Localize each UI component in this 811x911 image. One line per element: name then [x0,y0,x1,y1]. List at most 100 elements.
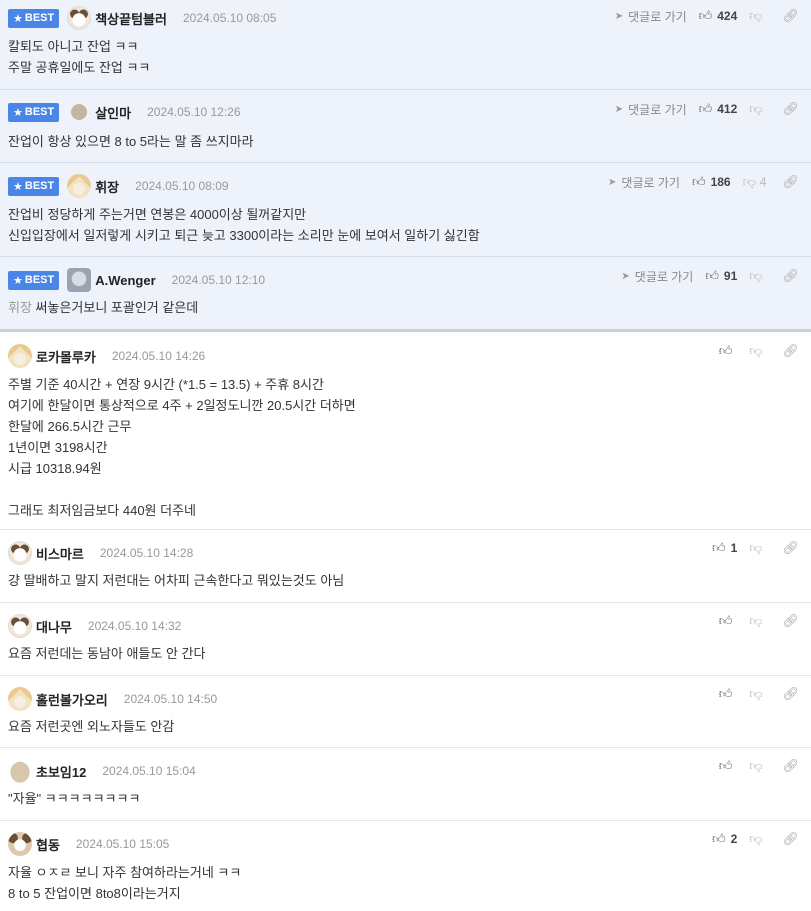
dislike-button[interactable]: 👎︎ [749,540,766,556]
reply-mention[interactable]: 휘장 [8,300,32,315]
nickname[interactable]: 살인마 [95,103,131,122]
like-button[interactable]: 👍︎ [719,343,738,359]
go-to-reply-link[interactable]: ➤ 댓글로 가기 [615,8,687,25]
thumbs-down-icon: 👎︎ [749,540,763,555]
comment: 대나무 2024.05.10 14:32 👍︎ 👎︎ 🔗︎ 요즘 저런데는 동남… [0,603,811,676]
like-button[interactable]: 👍︎ 412 [699,101,738,117]
link-icon[interactable]: 🔗︎ [782,540,799,556]
link-icon[interactable]: 🔗︎ [782,758,799,774]
star-icon: ★ [13,12,23,25]
like-button[interactable]: 👍︎ 424 [699,8,738,24]
nickname[interactable]: 책상끝텀블러 [95,9,167,28]
thumbs-down-icon: 👎︎ [749,268,763,283]
like-button[interactable]: 👍︎ 186 [692,174,731,190]
dislike-button[interactable]: 👎︎ [749,343,766,359]
nickname[interactable]: 대나무 [36,617,72,636]
link-icon[interactable]: 🔗︎ [782,8,799,24]
link-icon[interactable]: 🔗︎ [782,343,799,359]
nickname[interactable]: 초보임12 [36,762,86,781]
dislike-button[interactable]: 👎︎ [749,8,766,24]
dislike-button[interactable]: 👎︎ [749,268,766,284]
like-button[interactable]: 👍︎ [719,613,738,629]
timestamp: 2024.05.10 08:09 [135,179,229,193]
nickname[interactable]: 협동 [36,835,60,854]
timestamp: 2024.05.10 14:28 [99,546,194,560]
avatar[interactable] [67,6,92,30]
timestamp: 2024.05.10 12:10 [171,273,266,287]
dislike-button[interactable]: 👎︎ 4 [743,174,767,190]
link-icon[interactable]: 🔗︎ [782,613,799,629]
comment-body: 요즘 저런곳엔 외노자들도 안감 [8,719,175,734]
best-badge: ★ BEST [8,270,60,290]
comment-body: 잔업이 항상 있으면 8 to 5라는 말 좀 쓰지마라 [8,134,254,149]
avatar[interactable] [8,541,32,565]
avatar[interactable] [8,687,32,711]
thumbs-down-icon: 👎︎ [749,613,763,628]
avatar[interactable] [67,174,92,198]
avatar[interactable] [8,344,32,368]
like-button[interactable]: 👍︎ [719,686,738,702]
avatar[interactable] [71,104,88,120]
comment: 비스마르 2024.05.10 14:28 👍︎ 1 👎︎ 🔗︎ 걍 딸배하고 말… [0,530,811,603]
nickname[interactable]: 로카몰루카 [36,347,96,366]
go-to-reply-link[interactable]: ➤ 댓글로 가기 [608,174,680,191]
dislike-button[interactable]: 👎︎ [749,101,766,117]
like-button[interactable]: 👍︎ [719,758,738,774]
dislike-button[interactable]: 👎︎ [749,613,766,629]
best-comment: ★ BEST 살인마 2024.05.10 12:26 ➤ 댓글로 가기 👍︎ 412… [0,90,811,163]
thumbs-up-icon: 👍︎ [718,758,733,773]
thumbs-up-icon: 👍︎ [705,268,719,283]
timestamp: 2024.05.10 15:05 [75,837,170,851]
go-to-reply-link[interactable]: ➤ 댓글로 가기 [621,268,693,285]
link-icon[interactable]: 🔗︎ [782,174,799,190]
avatar[interactable] [8,759,32,783]
go-to-reply-link[interactable]: ➤ 댓글로 가기 [615,101,687,118]
avatar[interactable] [8,832,32,856]
thumbs-up-icon: 👍︎ [718,613,733,628]
star-icon: ★ [13,106,23,119]
timestamp: 2024.05.10 08:05 [182,11,277,25]
comment: 홀런볼가오리 2024.05.10 14:50 👍︎ 👎︎ 🔗︎ 요즘 저런곳엔… [0,676,811,748]
best-badge: ★ BEST [8,176,60,196]
dislike-button[interactable]: 👎︎ [749,758,766,774]
link-icon[interactable]: 🔗︎ [782,268,799,284]
star-icon: ★ [13,274,23,287]
link-icon[interactable]: 🔗︎ [782,101,799,117]
nickname[interactable]: 비스마르 [36,544,84,563]
thumbs-down-icon: 👎︎ [749,758,763,773]
like-button[interactable]: 👍︎ 2 [712,831,737,847]
nickname[interactable]: A.Wenger [95,273,155,288]
comment: 로카몰루카 2024.05.10 14:26 👍︎ 👎︎ 🔗︎ 주별 기준 40… [0,332,811,530]
comment: 초보임12 2024.05.10 15:04 👍︎ 👎︎ 🔗︎ "자율" ㅋㅋㅋ… [0,748,811,821]
like-button[interactable]: 👍︎ 91 [705,268,737,284]
arrow-icon: ➤ [614,103,624,115]
best-comment: ★ BEST 휘장 2024.05.10 08:09 ➤ 댓글로 가기 👍︎ 186 … [0,163,811,257]
nickname[interactable]: 홀런볼가오리 [36,690,108,709]
timestamp: 2024.05.10 14:32 [87,619,182,633]
best-comment: ★ BEST A.Wenger 2024.05.10 12:10 ➤ 댓글로 가기 … [0,257,811,332]
comment-body: 자율 ㅇㅈㄹ 보니 자주 참여하라는거네 ㅋㅋ 8 to 5 잔업이면 8to8… [8,865,242,901]
arrow-icon: ➤ [621,270,630,282]
comment-body: "자율" ㅋㅋㅋㅋㅋㅋㅋㅋ [8,791,141,806]
arrow-icon: ➤ [608,176,617,188]
thumbs-up-icon: 👍︎ [691,174,706,189]
thumbs-up-icon: 👍︎ [698,8,713,23]
star-icon: ★ [13,180,23,193]
dislike-button[interactable]: 👎︎ [749,831,766,847]
comment-list: ★ BEST 책상끝텀블러 2024.05.10 08:05 ➤ 댓글로 가기 👍︎… [0,0,811,911]
avatar[interactable] [67,268,92,292]
best-badge: ★ BEST [8,102,60,122]
dislike-button[interactable]: 👎︎ [749,686,766,702]
thumbs-up-icon: 👍︎ [718,343,733,358]
like-button[interactable]: 👍︎ 1 [712,540,737,556]
link-icon[interactable]: 🔗︎ [782,686,799,702]
timestamp: 2024.05.10 15:04 [102,764,196,778]
thumbs-up-icon: 👍︎ [712,831,726,846]
nickname[interactable]: 휘장 [95,177,119,196]
comment-body: 주별 기준 40시간 + 연장 9시간 (*1.5 = 13.5) + 주휴 8… [8,377,356,518]
avatar[interactable] [8,614,32,638]
link-icon[interactable]: 🔗︎ [782,831,799,847]
thumbs-down-icon: 👎︎ [749,343,763,358]
timestamp: 2024.05.10 14:50 [123,692,218,706]
thumbs-down-icon: 👎︎ [742,174,756,189]
